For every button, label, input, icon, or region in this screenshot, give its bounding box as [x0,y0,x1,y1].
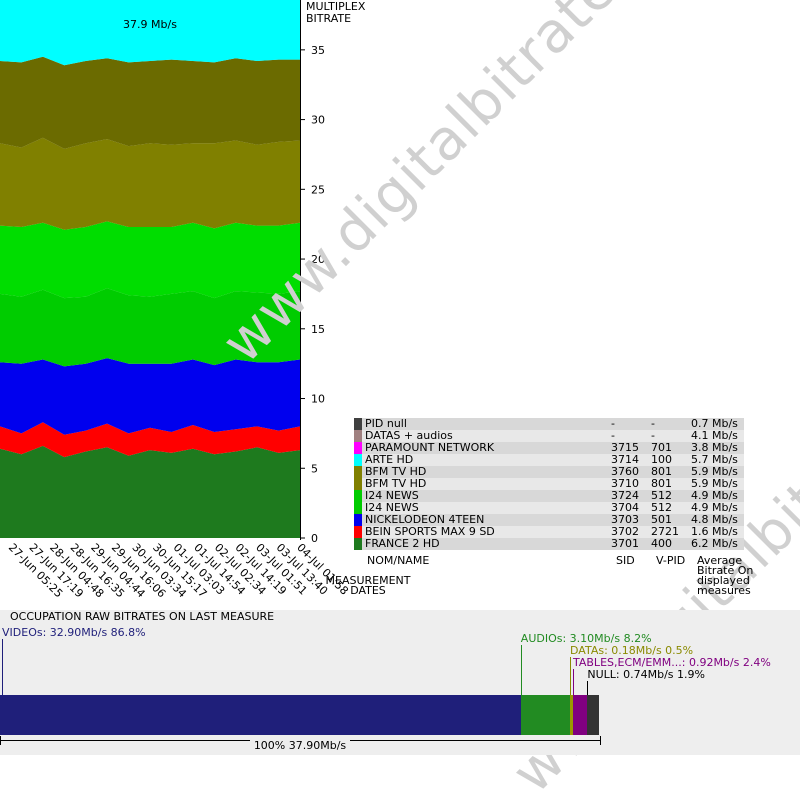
legend-swatch [354,442,362,454]
legend-head-vpid: V-PID [656,554,686,567]
legend-swatch [354,514,362,526]
occupation-label-null: NULL: 0.74Mb/s 1.9% [587,668,705,681]
x-axis-title: MEASUREMENT DATES [325,574,411,597]
bitrate-chart: 0 5 10 15 20 25 30 35 27-Jun 05:25 27-Jun 17:19 28… [0,0,800,806]
legend-swatch [354,490,362,502]
series-area-3 [0,288,300,367]
legend-head-name: NOM/NAME [367,554,430,567]
series-area-7 [0,0,300,66]
y-tick-label: 15 [311,323,325,336]
series-area-5 [0,137,300,230]
chart-total-label: 37.9 Mb/s [123,18,177,31]
legend-head-avg: Average Bitrate On displayed measures [697,554,754,597]
y-tick-label: 20 [311,253,325,266]
y-tick-label: 35 [311,44,325,57]
occupation-leader-audios [520,645,522,695]
y-tick-label: 5 [311,462,318,475]
y-tick-label: 0 [311,532,318,545]
occupation-leader-videos [2,639,3,695]
legend-swatch [354,466,362,478]
segment-null [587,695,599,735]
legend-swatch [354,418,362,430]
legend-swatch [354,478,362,490]
series-area-2 [0,358,300,435]
legend-swatch [354,538,362,550]
occupation-total: 100% 37.90Mb/s [0,739,600,752]
series-area-0 [0,445,300,538]
legend-name: FRANCE 2 HD [362,538,608,550]
occupation-bar [0,695,600,735]
legend-vpid: 400 [648,538,688,550]
occupation-title: OCCUPATION RAW BITRATES ON LAST MEASURE [10,610,275,623]
series-area-6 [0,56,300,149]
legend-row: FRANCE 2 HD 3701 400 6.2 Mb/s [354,538,744,550]
occupation-total-text: 100% 37.90Mb/s [249,739,351,752]
legend-swatch [354,430,362,442]
legend-swatch [354,502,362,514]
occupation-leader-datas [570,657,571,695]
segment-videos [0,695,521,735]
y-tick-label: 30 [311,114,325,127]
legend-table: PID null - -0.7 Mb/s DATAS + audios - -4.1 Mb… [354,418,744,550]
series-area-4 [0,221,300,299]
legend-avg: 6.2 Mb/s [688,538,744,550]
occupation-label-videos: VIDEOs: 32.90Mb/s 86.8% [2,626,146,639]
total-tick-right [600,736,601,745]
occupation-leader-tables [573,669,574,695]
segment-tables [573,695,588,735]
legend-head-sid: SID [616,554,635,567]
segment-audios [520,695,570,735]
occupation-leader-null [587,681,589,695]
legend-sid: 3701 [608,538,648,550]
y-tick-label: 10 [311,393,325,406]
y-axis-title: MULTIPLEX BITRATE [306,0,366,25]
occupation-section: OCCUPATION RAW BITRATES ON LAST MEASURE … [0,610,800,755]
legend-swatch [354,454,362,466]
y-tick-label: 25 [311,183,325,196]
legend-swatch [354,526,362,538]
